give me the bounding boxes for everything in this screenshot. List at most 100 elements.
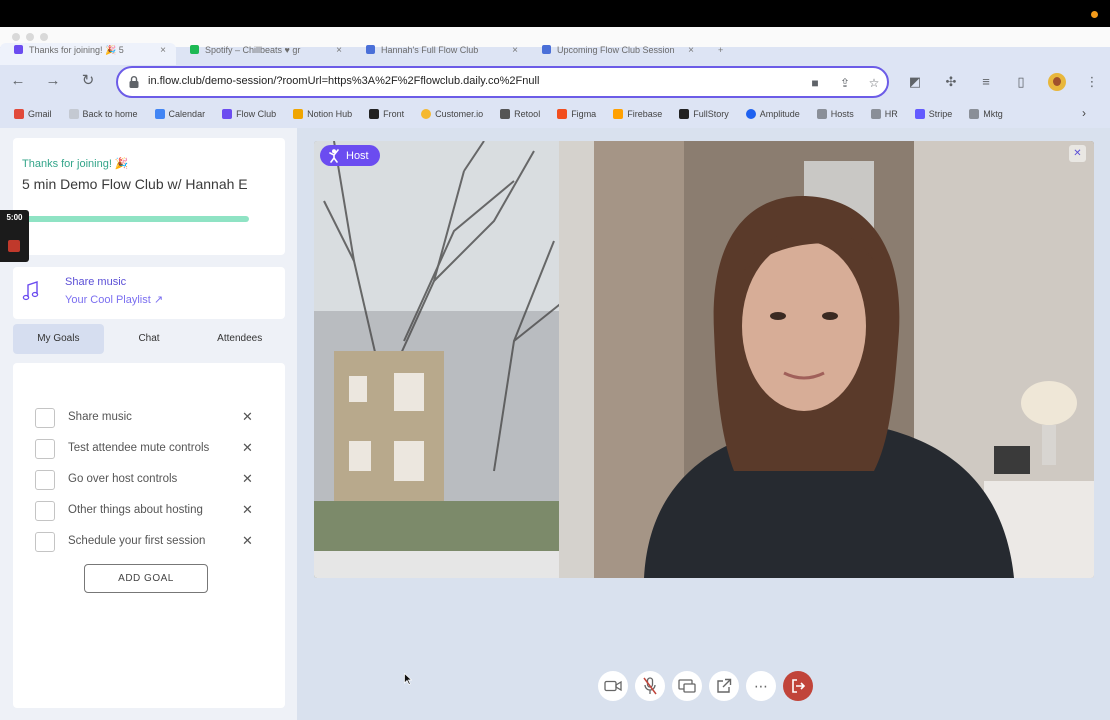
bookmark-item[interactable]: FullStory <box>679 109 729 119</box>
browser-tab[interactable]: Hannah's Full Flow Club × <box>352 43 528 65</box>
tab-title: Thanks for joining! 🎉 5 <box>29 45 124 55</box>
stop-recording-icon[interactable] <box>8 240 20 252</box>
share-music-label[interactable]: Share music <box>65 276 126 288</box>
goal-checkbox[interactable] <box>35 470 55 490</box>
bookmark-item[interactable]: Back to home <box>68 109 138 119</box>
notion-icon <box>293 109 304 119</box>
folder-icon <box>816 109 827 119</box>
close-icon[interactable]: ✕ <box>242 409 253 425</box>
thanks-message: Thanks for joining! 🎉 <box>22 158 129 170</box>
bookmark-item[interactable]: Flow Club <box>222 109 276 119</box>
goal-checkbox[interactable] <box>35 501 55 521</box>
bookmark-label: Amplitude <box>759 109 800 119</box>
goal-item: Share music ✕ <box>35 408 265 428</box>
close-icon[interactable]: ✕ <box>242 533 253 549</box>
plus-icon: + <box>718 45 724 55</box>
menu-kebab-icon[interactable]: ⋮ <box>1083 73 1101 91</box>
goal-text[interactable]: Share music <box>68 411 132 423</box>
bookmark-item[interactable]: Stripe <box>914 109 952 119</box>
flow-club-icon <box>222 109 233 119</box>
more-options-icon[interactable]: ⋯ <box>746 671 776 701</box>
goal-text[interactable]: Go over host controls <box>68 473 177 485</box>
playlist-link[interactable]: Your Cool Playlist ↗ <box>65 293 163 306</box>
tab-title: Upcoming Flow Club Session <box>557 45 675 55</box>
media-queue-icon[interactable]: ≡ <box>977 73 995 91</box>
maximize-window-icon[interactable] <box>40 33 48 41</box>
browser-tab[interactable]: Spotify – Chillbeats ♥ gr × <box>176 43 352 65</box>
recording-indicator-icon <box>1091 11 1098 18</box>
goal-text[interactable]: Test attendee mute controls <box>68 442 209 454</box>
gmail-icon <box>14 109 24 119</box>
tab-favicon-icon <box>542 45 551 54</box>
bookmark-item[interactable]: Front <box>369 109 404 119</box>
add-goal-button[interactable]: ADD GOAL <box>84 564 208 593</box>
camera-icon[interactable] <box>598 671 628 701</box>
bookmark-item[interactable]: Notion Hub <box>293 109 352 119</box>
minimize-window-icon[interactable] <box>26 33 34 41</box>
window-controls <box>12 33 48 41</box>
retool-icon <box>500 109 511 119</box>
chevron-right-icon[interactable]: › <box>1082 106 1086 120</box>
bookmark-folder[interactable]: Mktg <box>969 109 1003 119</box>
bookmark-item[interactable]: Figma <box>557 109 596 119</box>
pin-icon[interactable]: ✕ <box>1069 145 1086 162</box>
pop-out-icon[interactable] <box>709 671 739 701</box>
microphone-muted-icon[interactable] <box>635 671 665 701</box>
session-title: 5 min Demo Flow Club w/ Hannah E <box>22 176 248 192</box>
side-panel-icon[interactable]: ▯ <box>1012 73 1030 91</box>
profile-avatar[interactable] <box>1048 73 1066 91</box>
extension-icon[interactable]: ◩ <box>906 73 924 91</box>
bookmark-item[interactable]: Firebase <box>613 109 662 119</box>
bookmark-item[interactable]: Amplitude <box>745 109 800 119</box>
goal-checkbox[interactable] <box>35 532 55 552</box>
lock-icon <box>129 76 139 88</box>
tab-my-goals[interactable]: My Goals <box>13 324 104 354</box>
fullstory-icon <box>679 109 690 119</box>
bookmark-item[interactable]: Gmail <box>14 109 52 119</box>
tab-chat[interactable]: Chat <box>104 324 195 354</box>
leave-session-icon[interactable] <box>783 671 813 701</box>
browser-tab[interactable]: Upcoming Flow Club Session × <box>528 43 704 65</box>
goal-checkbox[interactable] <box>35 439 55 459</box>
reload-icon[interactable]: ↻ <box>79 72 97 90</box>
close-icon[interactable]: ✕ <box>242 502 253 518</box>
address-bar[interactable]: in.flow.club/demo-session/?roomUrl=https… <box>116 66 889 98</box>
bookmark-label: Front <box>383 109 405 119</box>
bookmark-label: Flow Club <box>236 109 277 119</box>
tab-title: Spotify – Chillbeats ♥ gr <box>205 45 301 55</box>
tab-close-icon[interactable]: × <box>688 45 694 56</box>
goal-text[interactable]: Other things about hosting <box>68 504 203 516</box>
bookmark-label: Retool <box>514 109 541 119</box>
goal-checkbox[interactable] <box>35 408 55 428</box>
tab-attendees[interactable]: Attendees <box>194 324 285 354</box>
folder-icon <box>870 109 881 119</box>
bookmark-label: Customer.io <box>435 109 484 119</box>
browser-tab[interactable]: Thanks for joining! 🎉 5 × <box>0 43 176 65</box>
bookmark-item[interactable]: Calendar <box>154 109 205 119</box>
session-timer: 5:00 <box>0 210 29 262</box>
share-icon[interactable]: ⇪ <box>836 74 854 92</box>
person-wave-icon <box>329 148 339 163</box>
tab-close-icon[interactable]: × <box>512 45 518 56</box>
bookmark-folder[interactable]: Hosts <box>816 109 854 119</box>
forward-arrow-icon[interactable]: → <box>44 72 62 90</box>
back-arrow-icon[interactable]: ← <box>9 72 27 90</box>
calendar-icon <box>154 109 165 119</box>
bookmark-folder[interactable]: HR <box>870 109 898 119</box>
figma-icon <box>557 109 568 119</box>
goal-text[interactable]: Schedule your first session <box>68 535 205 547</box>
session-progress-fill <box>23 216 249 222</box>
bookmark-star-icon[interactable]: ☆ <box>865 74 883 92</box>
puzzle-icon[interactable]: ✣ <box>942 73 960 91</box>
camera-in-use-icon[interactable]: ■ <box>806 74 824 92</box>
close-icon[interactable]: ✕ <box>242 471 253 487</box>
tab-close-icon[interactable]: × <box>336 45 342 56</box>
bookmark-item[interactable]: Retool <box>500 109 540 119</box>
new-tab-button[interactable]: + <box>704 43 734 65</box>
screen-share-icon[interactable] <box>672 671 702 701</box>
tab-favicon-icon <box>14 45 23 54</box>
tab-close-icon[interactable]: × <box>160 45 166 56</box>
close-window-icon[interactable] <box>12 33 20 41</box>
bookmark-item[interactable]: Customer.io <box>421 109 483 119</box>
close-icon[interactable]: ✕ <box>242 440 253 456</box>
